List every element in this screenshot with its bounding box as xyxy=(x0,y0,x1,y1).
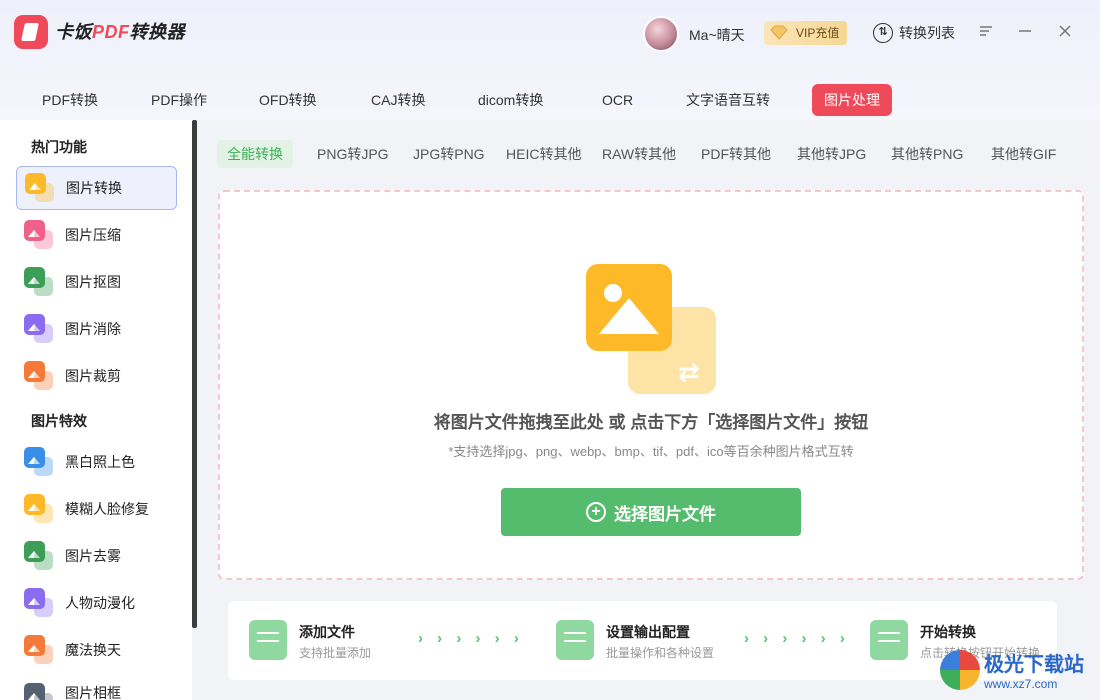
subtab-heic-to-other[interactable]: HEIC转其他 xyxy=(506,140,581,168)
vip-recharge-button[interactable]: VIP充值 xyxy=(764,21,848,45)
sidebar-item-label: 图片相框 xyxy=(65,685,121,700)
subtab-pdf-to-other[interactable]: PDF转其他 xyxy=(701,140,771,168)
colorize-icon xyxy=(24,447,54,477)
sidebar-item-image-compress[interactable]: 图片压缩 xyxy=(16,213,177,257)
sidebar-item-sky-replace[interactable]: 魔法换天 xyxy=(16,628,177,672)
sidebar-item-image-convert[interactable]: 图片转换 xyxy=(16,166,177,210)
step-title: 开始转换 xyxy=(920,624,976,640)
sidebar-item-dehaze[interactable]: 图片去雾 xyxy=(16,534,177,578)
watermark-url: www.xz7.com xyxy=(984,677,1058,691)
sidebar-item-label: 模糊人脸修复 xyxy=(65,501,149,517)
tab-image-process[interactable]: 图片处理 xyxy=(812,84,892,116)
app-title: 卡饭PDF转换器 xyxy=(55,18,185,44)
step-desc: 批量操作和各种设置 xyxy=(606,646,715,660)
step-title: 添加文件 xyxy=(299,624,355,640)
subtab-all-convert[interactable]: 全能转换 xyxy=(217,140,293,168)
select-image-file-button[interactable]: + 选择图片文件 xyxy=(501,488,801,536)
vip-label: VIP充值 xyxy=(796,26,840,40)
sidebar-item-anime[interactable]: 人物动漫化 xyxy=(16,581,177,625)
start-convert-icon xyxy=(870,620,908,660)
sidebar-item-label: 图片消除 xyxy=(65,321,121,337)
watermark-logo-icon xyxy=(940,649,980,690)
subtab-other-to-png[interactable]: 其他转PNG xyxy=(891,140,963,168)
sidebar-item-label: 图片转换 xyxy=(66,180,122,196)
sidebar-item-label: 图片裁剪 xyxy=(65,368,121,384)
image-convert-icon xyxy=(25,173,55,203)
photo-frame-icon xyxy=(24,683,54,700)
face-restore-icon xyxy=(24,494,54,524)
app-title-prefix: 卡饭 xyxy=(55,22,92,42)
plus-circle-icon: + xyxy=(586,502,606,522)
sidebar-item-label: 图片去雾 xyxy=(65,548,121,564)
tab-dicom-convert[interactable]: dicom转换 xyxy=(478,84,543,116)
sidebar-item-image-cutout[interactable]: 图片抠图 xyxy=(16,260,177,304)
tab-ocr[interactable]: OCR xyxy=(602,84,633,116)
sidebar-item-photo-frame[interactable]: 图片相框 xyxy=(16,675,177,700)
sidebar-item-colorize[interactable]: 黑白照上色 xyxy=(16,440,177,484)
watermark-name: 极光下载站 xyxy=(984,654,1084,676)
drop-instruction: 将图片文件拖拽至此处 或 点击下方「选择图片文件」按钮 xyxy=(433,413,869,432)
sidebar-section-effects: 图片特效 xyxy=(31,413,87,429)
app-title-pdf: PDF xyxy=(92,22,130,42)
subtab-other-to-gif[interactable]: 其他转GIF xyxy=(991,140,1056,168)
subtab-raw-to-other[interactable]: RAW转其他 xyxy=(602,140,676,168)
menu-icon[interactable] xyxy=(974,20,998,44)
sidebar-item-label: 魔法换天 xyxy=(65,642,121,658)
supported-formats-note: *支持选择jpg、png、webp、bmp、tif、pdf、ico等百余种图片格… xyxy=(448,444,854,459)
step-desc: 支持批量添加 xyxy=(299,646,372,660)
sidebar-scrollbar[interactable] xyxy=(192,120,197,628)
tab-pdf-convert[interactable]: PDF转换 xyxy=(42,84,98,116)
sidebar-item-label: 黑白照上色 xyxy=(65,454,135,470)
settings-sliders-icon xyxy=(556,620,594,660)
image-file-icon xyxy=(586,264,672,351)
image-erase-icon xyxy=(24,314,54,344)
step-title: 设置输出配置 xyxy=(606,624,690,640)
subtab-jpg-to-png[interactable]: JPG转PNG xyxy=(413,140,485,168)
dehaze-icon xyxy=(24,541,54,571)
app-logo-icon xyxy=(14,15,48,49)
close-icon[interactable] xyxy=(1053,20,1077,44)
watermark: 极光下载站 www.xz7.com xyxy=(940,648,1084,691)
select-button-label: 选择图片文件 xyxy=(614,504,716,524)
step-arrows-icon: › › › › › › xyxy=(744,630,850,647)
convert-list-icon: ⇅ xyxy=(873,23,893,43)
minimize-icon[interactable] xyxy=(1013,20,1037,44)
avatar[interactable] xyxy=(643,16,679,52)
sky-replace-icon xyxy=(24,635,54,665)
sidebar-item-image-crop[interactable]: 图片裁剪 xyxy=(16,354,177,398)
sidebar-item-label: 图片压缩 xyxy=(65,227,121,243)
convert-list-label: 转换列表 xyxy=(899,25,955,41)
sidebar-item-label: 人物动漫化 xyxy=(65,595,135,611)
image-cutout-icon xyxy=(24,267,54,297)
top-tab-bar: PDF转换 PDF操作 OFD转换 CAJ转换 dicom转换 OCR 文字语音… xyxy=(0,84,1100,116)
sidebar-section-hot: 热门功能 xyxy=(31,139,87,155)
username[interactable]: Ma~晴天 xyxy=(689,25,745,45)
sidebar-item-label: 图片抠图 xyxy=(65,274,121,290)
sidebar-item-image-erase[interactable]: 图片消除 xyxy=(16,307,177,351)
anime-icon xyxy=(24,588,54,618)
subtab-png-to-jpg[interactable]: PNG转JPG xyxy=(317,140,389,168)
app-title-suffix: 转换器 xyxy=(129,22,185,42)
vip-diamond-icon xyxy=(770,25,788,40)
convert-list-button[interactable]: ⇅ 转换列表 xyxy=(873,22,955,44)
tab-text-speech[interactable]: 文字语音互转 xyxy=(686,84,770,116)
image-compress-icon xyxy=(24,220,54,250)
add-file-icon xyxy=(249,620,287,660)
step-arrows-icon: › › › › › › xyxy=(418,630,524,647)
tab-pdf-operate[interactable]: PDF操作 xyxy=(151,84,207,116)
tab-caj-convert[interactable]: CAJ转换 xyxy=(371,84,425,116)
subtab-other-to-jpg[interactable]: 其他转JPG xyxy=(797,140,866,168)
image-crop-icon xyxy=(24,361,54,391)
tab-ofd-convert[interactable]: OFD转换 xyxy=(259,84,317,116)
sidebar-item-face-restore[interactable]: 模糊人脸修复 xyxy=(16,487,177,531)
